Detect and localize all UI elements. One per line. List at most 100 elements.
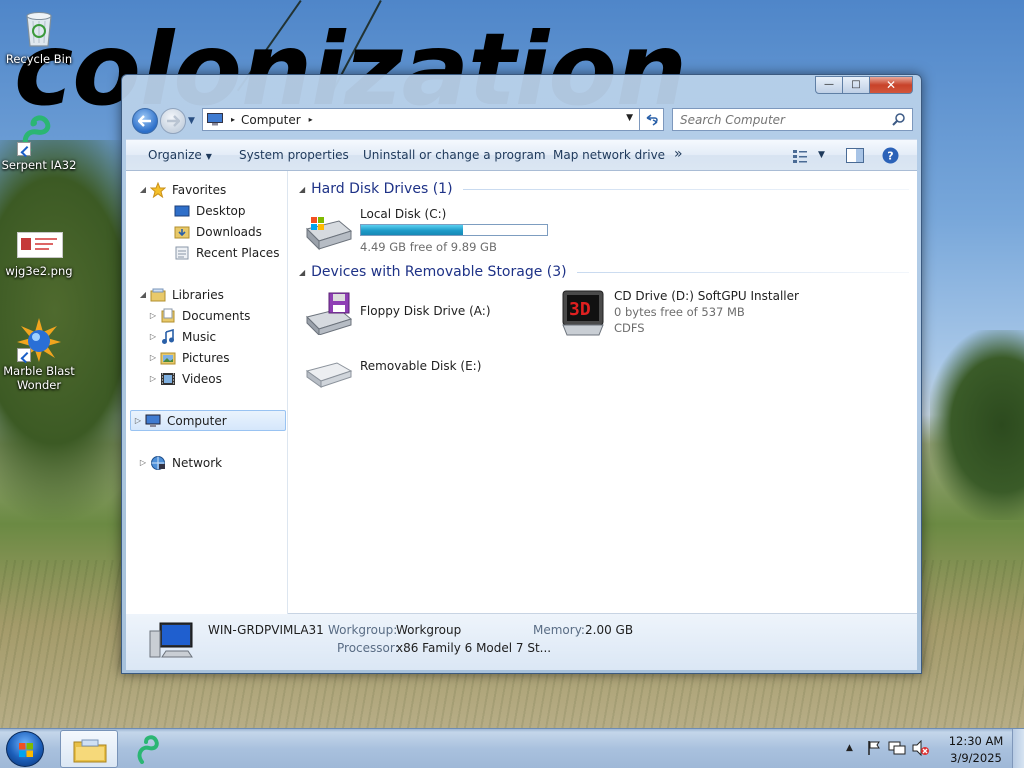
network-icon xyxy=(151,455,165,470)
collapsed-triangle-icon[interactable]: ▷ xyxy=(146,332,160,341)
nav-music[interactable]: ▷ Music xyxy=(146,326,306,347)
search-box[interactable] xyxy=(672,108,913,131)
desktop-icon-png-file[interactable]: wjg3e2.png xyxy=(0,232,78,278)
nav-libraries[interactable]: ◢ Libraries xyxy=(136,284,296,305)
desktop-icon-serpent[interactable]: Serpent IA32 xyxy=(0,112,78,172)
nav-pictures[interactable]: ▷ Pictures xyxy=(146,347,306,368)
minimize-icon: — xyxy=(824,79,834,90)
computer-name: WIN-GRDPVIMLA31 xyxy=(208,623,324,637)
show-hidden-icons-button[interactable]: ▲ xyxy=(846,743,853,753)
nav-network[interactable]: ▷ Network xyxy=(136,452,296,473)
collapsed-triangle-icon[interactable]: ▷ xyxy=(136,458,150,467)
more-commands-button[interactable]: » xyxy=(674,146,683,162)
refresh-button[interactable] xyxy=(640,108,664,131)
taskbar: ▲ 12:30 AM 3/9/2025 xyxy=(0,728,1024,768)
show-desktop-button[interactable] xyxy=(1012,729,1024,768)
drive-name: Floppy Disk Drive (A:) xyxy=(360,304,491,318)
desktop-icon-label: Recycle Bin xyxy=(5,52,73,66)
collapsed-triangle-icon[interactable]: ▷ xyxy=(146,353,160,362)
taskbar-explorer-button[interactable] xyxy=(60,730,118,768)
drive-cd-d[interactable]: 3D CD Drive (D:) SoftGPU Installer 0 byt… xyxy=(559,289,819,339)
volume-muted-icon[interactable] xyxy=(912,740,930,756)
uninstall-program-button[interactable]: Uninstall or change a program xyxy=(363,148,546,162)
search-icon[interactable] xyxy=(892,112,906,126)
view-dropdown-icon[interactable]: ▼ xyxy=(818,150,825,160)
recycle-bin-icon xyxy=(17,6,61,50)
forward-button[interactable] xyxy=(160,108,186,134)
nav-favorites-label: Favorites xyxy=(172,182,227,197)
desktop-icon-marble-blast[interactable]: Marble Blast Wonder xyxy=(0,318,78,392)
computer-icon xyxy=(145,414,161,427)
drive-local-disk-c[interactable]: Local Disk (C:) 4.49 GB free of 9.89 GB xyxy=(305,207,565,254)
group-divider xyxy=(576,271,909,273)
maximize-button[interactable]: □ xyxy=(843,76,870,94)
nav-documents[interactable]: ▷ Documents xyxy=(146,305,306,326)
change-view-button[interactable] xyxy=(792,149,808,166)
search-input[interactable] xyxy=(673,109,873,130)
group-divider xyxy=(462,188,909,190)
desktop-icon-recycle-bin[interactable]: Recycle Bin xyxy=(0,6,78,66)
drive-removable-e[interactable]: Removable Disk (E:) xyxy=(305,351,505,391)
nav-desktop[interactable]: Desktop xyxy=(146,200,306,221)
windows-logo-icon xyxy=(19,743,33,757)
system-properties-button[interactable]: System properties xyxy=(239,148,349,162)
desktop-icon xyxy=(174,205,190,216)
clock-time[interactable]: 12:30 AM xyxy=(948,734,1004,748)
preview-pane-button[interactable] xyxy=(846,148,864,166)
memory-value: 2.00 GB xyxy=(585,623,634,637)
group-header-removable-storage[interactable]: ◢ Devices with Removable Storage (3) xyxy=(299,264,909,280)
clock-date[interactable]: 3/9/2025 xyxy=(948,751,1004,765)
start-button[interactable] xyxy=(6,731,44,767)
system-tray: ▲ 12:30 AM 3/9/2025 xyxy=(838,729,1024,768)
breadcrumb-separator-icon[interactable]: ▸ xyxy=(231,115,235,124)
address-dropdown-icon[interactable]: ▼ xyxy=(626,113,633,123)
workgroup-label: Workgroup: xyxy=(328,623,398,637)
collapsed-triangle-icon[interactable]: ▷ xyxy=(146,374,160,383)
collapsed-triangle-icon[interactable]: ▷ xyxy=(146,311,160,320)
star-icon xyxy=(150,181,166,198)
command-bar: Organize ▼ System properties Uninstall or… xyxy=(126,139,917,171)
drive-usage-bar xyxy=(360,224,548,236)
recent-places-icon xyxy=(175,246,189,259)
organize-button[interactable]: Organize ▼ xyxy=(148,148,212,162)
hard-drive-icon xyxy=(306,217,353,251)
help-button[interactable]: ? xyxy=(882,147,899,167)
breadcrumb-separator-icon[interactable]: ▸ xyxy=(309,115,313,124)
nav-videos[interactable]: ▷ Videos xyxy=(146,368,306,389)
nav-recent-places[interactable]: Recent Places xyxy=(146,242,306,263)
folder-icon xyxy=(73,739,107,763)
back-button[interactable] xyxy=(132,108,158,134)
collapsed-triangle-icon[interactable]: ▷ xyxy=(131,416,145,425)
drive-floppy-a[interactable]: Floppy Disk Drive (A:) xyxy=(305,291,505,335)
action-center-flag-icon[interactable] xyxy=(866,740,882,756)
drive-name: CD Drive (D:) SoftGPU Installer xyxy=(614,289,799,303)
network-status-icon[interactable] xyxy=(888,740,906,756)
shortcut-arrow-icon xyxy=(17,348,31,362)
nav-libraries-label: Libraries xyxy=(172,287,224,302)
nav-pictures-label: Pictures xyxy=(182,350,230,365)
map-network-drive-button[interactable]: Map network drive xyxy=(553,148,665,162)
address-bar[interactable]: ▸ Computer ▸ ▼ xyxy=(202,108,640,131)
refresh-icon xyxy=(646,113,658,126)
nav-computer[interactable]: ▷ Computer xyxy=(130,410,286,431)
nav-favorites[interactable]: ◢ Favorites xyxy=(136,179,296,200)
caption-buttons: — □ ✕ xyxy=(815,76,913,94)
nav-music-label: Music xyxy=(182,329,217,344)
collapse-group-icon[interactable]: ◢ xyxy=(299,268,305,277)
libraries-icon xyxy=(150,288,166,301)
expanded-triangle-icon[interactable]: ◢ xyxy=(136,185,150,194)
content-pane: ◢ Hard Disk Drives (1) Local Disk (C:) 4… xyxy=(289,171,917,614)
collapse-group-icon[interactable]: ◢ xyxy=(299,185,305,194)
taskbar-serpent-button[interactable] xyxy=(122,730,180,768)
navigation-pane: ◢ Favorites Desktop Downloads Recent Pla… xyxy=(126,171,288,614)
expanded-triangle-icon[interactable]: ◢ xyxy=(136,290,150,299)
minimize-button[interactable]: — xyxy=(815,76,843,94)
group-title: Devices with Removable Storage (3) xyxy=(311,264,567,280)
group-header-hard-disk-drives[interactable]: ◢ Hard Disk Drives (1) xyxy=(299,181,909,197)
nav-downloads[interactable]: Downloads xyxy=(146,221,306,242)
desktop-icon-label: Serpent IA32 xyxy=(1,158,77,172)
maximize-icon: □ xyxy=(851,79,861,90)
recent-pages-dropdown-icon[interactable]: ▼ xyxy=(188,116,195,126)
breadcrumb-computer[interactable]: Computer xyxy=(241,113,301,127)
close-button[interactable]: ✕ xyxy=(870,76,913,94)
